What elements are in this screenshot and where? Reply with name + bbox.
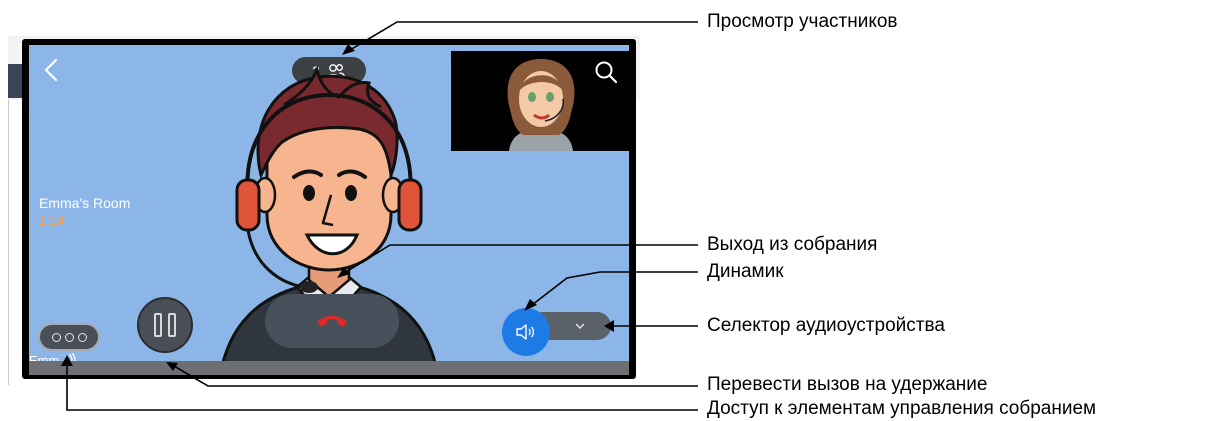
speaker-button[interactable] <box>502 308 550 356</box>
annotation-participants-view: Просмотр участников <box>707 11 898 32</box>
room-name: Emma's Room <box>39 195 131 211</box>
more-dots-icon <box>51 332 61 342</box>
speaker-icon <box>516 324 535 340</box>
chevron-down-icon <box>575 323 585 329</box>
more-dots-icon <box>77 332 87 342</box>
call-screen: 2 Emma's Room 1:14 <box>29 45 629 375</box>
leave-meeting-button[interactable] <box>265 294 399 348</box>
self-view-video <box>451 51 629 151</box>
annotation-meeting-controls: Доступ к элементам управления собранием <box>707 398 1097 419</box>
annotation-speaker: Динамик <box>707 261 784 282</box>
chevron-left-icon <box>44 58 58 82</box>
pause-icon <box>154 313 162 337</box>
annotation-audio-selector: Селектор аудиоустройства <box>707 315 945 336</box>
search-button[interactable] <box>593 59 619 85</box>
meeting-controls-button[interactable] <box>38 323 100 351</box>
more-dots-icon <box>64 332 74 342</box>
bottom-bar <box>29 361 629 375</box>
hold-call-button[interactable] <box>137 297 193 353</box>
search-icon <box>595 61 618 84</box>
annotation-leave-meeting: Выход из собрания <box>707 234 878 255</box>
phone-hangup-icon <box>317 316 347 327</box>
pause-icon <box>168 313 176 337</box>
back-button[interactable] <box>41 57 63 83</box>
call-duration: 1:14 <box>39 213 65 228</box>
annotation-hold-call: Перевести вызов на удержание <box>707 374 988 395</box>
